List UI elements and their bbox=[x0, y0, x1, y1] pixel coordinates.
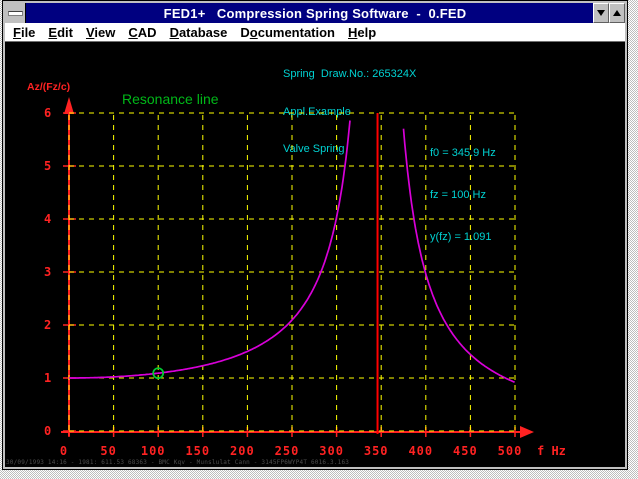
minimize-button[interactable] bbox=[593, 3, 609, 23]
x-axis-label: f Hz bbox=[537, 444, 566, 458]
system-menu-icon bbox=[7, 10, 23, 16]
y-axis-label: Az/(Fz/c) bbox=[27, 81, 71, 93]
title-bar[interactable]: FED1+ Compression Spring Software - 0.FE… bbox=[5, 3, 625, 23]
frequency-info-box: f0 = 345.9 Hz fz = 100 Hz y(fz) = 1.091 bbox=[430, 118, 496, 258]
menu-item-view[interactable]: View bbox=[86, 25, 115, 40]
maximize-button[interactable] bbox=[609, 3, 625, 23]
window-controls bbox=[593, 3, 625, 23]
menu-item-file[interactable]: File bbox=[13, 25, 35, 40]
resonance-line-label: Resonance line bbox=[122, 91, 219, 107]
spring-type: Valve Spring bbox=[283, 143, 345, 155]
menu-item-documentation[interactable]: Documentation bbox=[240, 25, 335, 40]
minimize-arrow-icon bbox=[597, 10, 605, 16]
f0-value: f0 = 345.9 Hz bbox=[430, 147, 496, 159]
fz-value: fz = 100 Hz bbox=[430, 189, 486, 201]
system-menu-button[interactable] bbox=[5, 3, 26, 23]
spring-header-note: Spring Draw.No.: 265324X Appl.Example Va… bbox=[283, 43, 416, 168]
spring-draw-no: Spring Draw.No.: 265324X bbox=[283, 68, 417, 80]
status-bar-text: 30/09/1993 14:16 - 1981: 611.53 68363 - … bbox=[6, 459, 350, 466]
spring-appl-example: Appl.Example bbox=[283, 105, 351, 118]
menu-item-cad[interactable]: CAD bbox=[128, 25, 156, 40]
menu-item-edit[interactable]: Edit bbox=[48, 25, 73, 40]
desktop: { "window": { "title": "FED1+ Compressio… bbox=[0, 0, 638, 479]
menu-bar: File Edit View CAD Database Documentation Help bbox=[5, 23, 625, 42]
window-title: FED1+ Compression Spring Software - 0.FE… bbox=[163, 5, 467, 21]
yfz-value: y(fz) = 1.091 bbox=[430, 231, 492, 243]
maximize-arrow-icon bbox=[613, 10, 621, 16]
menu-item-help[interactable]: Help bbox=[348, 25, 376, 40]
menu-item-database[interactable]: Database bbox=[170, 25, 228, 40]
